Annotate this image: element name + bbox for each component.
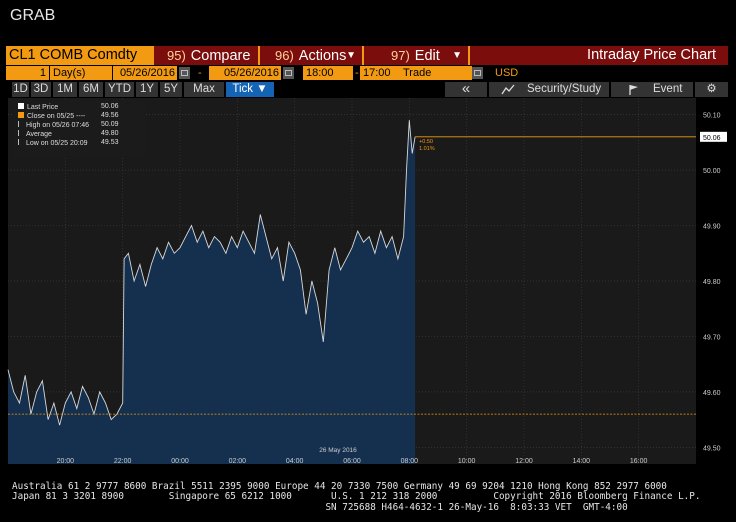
edit-dropdown-icon: ▼ bbox=[452, 50, 462, 61]
legend-low: Low on 05/25 20:09 bbox=[18, 139, 88, 149]
range-button-1d[interactable]: 1D bbox=[12, 82, 29, 97]
gear-icon: ⚙ bbox=[706, 83, 717, 95]
x-tick-label: 10:00 bbox=[458, 458, 476, 465]
x-tick-label: 14:00 bbox=[573, 458, 591, 465]
range-button-max[interactable]: Max bbox=[184, 82, 224, 97]
field-selector[interactable]: Trade bbox=[400, 66, 472, 80]
settings-button[interactable]: ⚙ bbox=[695, 82, 728, 97]
y-tick-label: 49.90 bbox=[703, 224, 721, 231]
x-tick-label: 12:00 bbox=[515, 458, 533, 465]
legend-label: Low on 05/25 20:09 bbox=[26, 140, 88, 147]
y-tick-label: 49.80 bbox=[703, 279, 721, 286]
menu-bar: CL1 COMB Comdty 95) Compare 96) Actions ▼ … bbox=[6, 46, 728, 65]
legend-swatch bbox=[18, 121, 23, 127]
end-date-field[interactable]: 05/26/2016 bbox=[209, 66, 281, 80]
x-tick-label: 08:00 bbox=[401, 458, 419, 465]
footer-contacts: Australia 61 2 9777 8600 Brazil 5511 239… bbox=[12, 481, 732, 513]
legend-label: Last Price bbox=[27, 104, 59, 111]
range-button-5y[interactable]: 5Y bbox=[160, 82, 182, 97]
x-tick-label: 02:00 bbox=[229, 458, 247, 465]
time-range-dash: - bbox=[355, 67, 359, 79]
y-axis: 50.10 50.00 49.90 49.80 49.70 49.60 49.50 bbox=[703, 113, 721, 453]
start-calendar-icon[interactable] bbox=[179, 67, 190, 79]
x-tick-label: 00:00 bbox=[171, 458, 189, 465]
compare-label: Compare bbox=[190, 48, 251, 64]
x-tick-label: 06:00 bbox=[343, 458, 361, 465]
edit-number: 97) bbox=[391, 48, 410, 63]
footer-line: SN 725688 H464-4632-1 26-May-16 8:03:33 … bbox=[12, 501, 628, 513]
legend-label: Average bbox=[26, 131, 52, 138]
edit-label: Edit bbox=[414, 48, 440, 64]
y-tick-label: 49.70 bbox=[703, 334, 721, 341]
legend-swatch bbox=[18, 103, 24, 109]
flag-icon bbox=[629, 85, 638, 95]
x-tick-label: 20:00 bbox=[57, 458, 75, 465]
actions-number: 96) bbox=[275, 48, 294, 63]
x-tick-label: 22:00 bbox=[114, 458, 132, 465]
parameter-bar: 1 Day(s) 05/26/2016 - 05/26/2016 18:00 -… bbox=[6, 66, 728, 80]
legend-value: 50.09 bbox=[101, 121, 119, 128]
event-label: Event bbox=[653, 83, 683, 95]
x-tick-label: 04:00 bbox=[286, 458, 304, 465]
security-study-label: Security/Study bbox=[527, 83, 602, 95]
y-tick-label: 49.50 bbox=[703, 445, 721, 452]
start-time-field[interactable]: 18:00 bbox=[303, 66, 353, 80]
security-ticker-field[interactable]: CL1 COMB Comdty bbox=[6, 46, 152, 65]
end-time-field[interactable]: 17:00 bbox=[360, 66, 401, 80]
currency-label: USD bbox=[495, 67, 519, 79]
legend-swatch bbox=[18, 139, 23, 145]
security-study-button[interactable]: Security/Study bbox=[489, 82, 609, 97]
period-unit-field[interactable]: Day(s) bbox=[50, 66, 112, 80]
legend-swatch bbox=[18, 112, 24, 118]
window-title: GRAB bbox=[10, 7, 56, 24]
actions-dropdown-icon: ▼ bbox=[346, 50, 356, 61]
y-tick-label: 50.10 bbox=[703, 113, 721, 120]
range-button-6m[interactable]: 6M bbox=[79, 82, 103, 97]
legend-value: 49.80 bbox=[101, 130, 119, 137]
chart-line-icon bbox=[501, 84, 515, 95]
actions-menu-button[interactable]: 96) Actions ▼ bbox=[260, 46, 362, 65]
legend-swatch bbox=[18, 130, 23, 136]
date-range-dash: - bbox=[198, 67, 202, 79]
chart-legend[interactable]: Last Price 50.06 Close on 05/25 ---- 49.… bbox=[13, 100, 145, 156]
legend-label: Close on 05/25 ---- bbox=[27, 113, 86, 120]
date-label: 26 May 2016 bbox=[319, 447, 357, 454]
last-price-tag-label: 50.06 bbox=[703, 135, 721, 142]
field-dropdown-icon[interactable] bbox=[472, 67, 483, 79]
chart-toolbar: 1D 3D 1M 6M YTD 1Y 5Y Max Tick ▼ « Secur… bbox=[12, 81, 728, 97]
change-label: +0.50 bbox=[419, 139, 433, 145]
compare-menu-button[interactable]: 95) Compare bbox=[154, 46, 258, 65]
legend-label: High on 05/26 07:46 bbox=[26, 122, 90, 129]
y-tick-label: 50.00 bbox=[703, 168, 721, 175]
range-button-3d[interactable]: 3D bbox=[31, 82, 51, 97]
range-button-1y[interactable]: 1Y bbox=[136, 82, 158, 97]
event-button[interactable]: Event bbox=[611, 82, 693, 97]
change-pct-label: 1.01% bbox=[419, 146, 435, 152]
range-button-ytd[interactable]: YTD bbox=[105, 82, 134, 97]
tick-frequency-dropdown[interactable]: Tick ▼ bbox=[226, 82, 274, 97]
legend-value: 49.53 bbox=[101, 139, 119, 146]
legend-value: 49.56 bbox=[101, 112, 119, 119]
legend-value: 50.06 bbox=[101, 103, 119, 110]
compare-number: 95) bbox=[167, 48, 186, 63]
start-date-field[interactable]: 05/26/2016 bbox=[113, 66, 177, 80]
y-tick-label: 49.60 bbox=[703, 390, 721, 397]
screen-title: Intraday Price Chart bbox=[470, 46, 728, 65]
actions-label: Actions bbox=[298, 48, 347, 64]
collapse-button[interactable]: « bbox=[445, 81, 487, 97]
end-calendar-icon[interactable] bbox=[283, 67, 294, 79]
range-button-1m[interactable]: 1M bbox=[53, 82, 77, 97]
x-tick-label: 16:00 bbox=[630, 458, 648, 465]
edit-menu-button[interactable]: 97) Edit ▼ bbox=[364, 46, 468, 65]
period-count-field[interactable]: 1 bbox=[6, 66, 49, 80]
